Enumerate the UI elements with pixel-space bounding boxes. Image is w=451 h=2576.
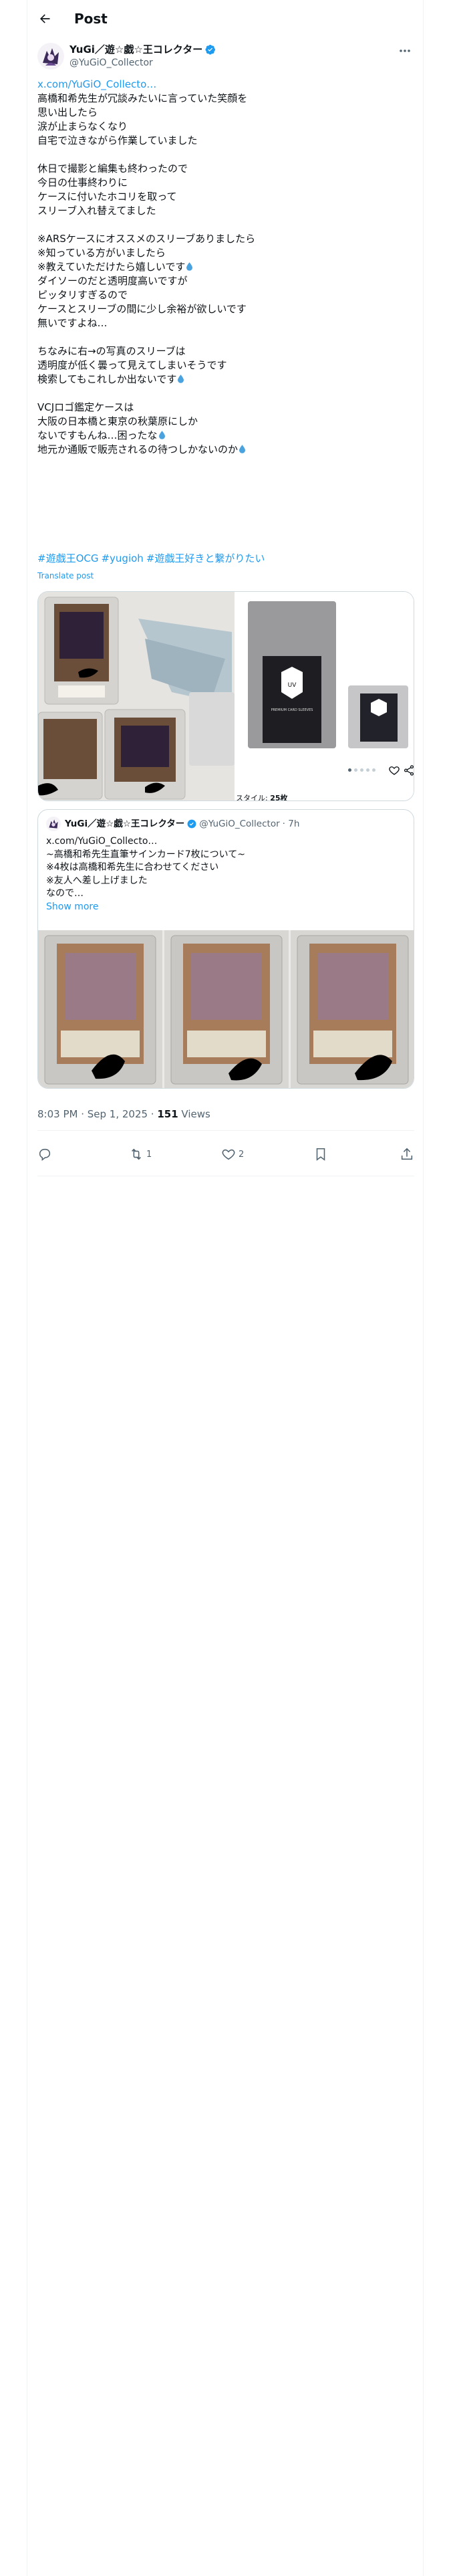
show-more-link[interactable]: Show more bbox=[46, 901, 407, 914]
hashtags: #遊戯王OCG #yugioh #遊戯王好きと繋がりたい bbox=[37, 552, 267, 566]
like-count: 2 bbox=[239, 1149, 245, 1160]
tweet-link[interactable]: x.com/YuGiO_Collecto… bbox=[37, 78, 414, 92]
repost-button[interactable]: 1 bbox=[129, 1134, 152, 1174]
bookmark-button[interactable] bbox=[313, 1134, 328, 1174]
post-meta: 8:03 PM · Sep 1, 2025 · 151 Views bbox=[37, 1107, 210, 1121]
tweet-paragraph: ダイソーのだと透明度高いですが ピッタリすぎるので ケースとスリーブの間に少し余… bbox=[37, 275, 247, 385]
carousel-dot[interactable] bbox=[372, 768, 375, 772]
photo-image bbox=[38, 592, 235, 800]
photo-sleeve-packages[interactable]: UV PREMIUM CARD SLEEVES bbox=[236, 592, 414, 800]
like-button[interactable]: 2 bbox=[221, 1134, 244, 1174]
page-title: Post bbox=[74, 11, 108, 27]
tweet-text: x.com/YuGiO_Collecto… 高橋和希先生が冗談みたいに言っていた笑… bbox=[37, 78, 414, 457]
action-bar: 1 2 bbox=[27, 1134, 424, 1174]
views-count: 151 bbox=[157, 1108, 178, 1120]
quoted-author-name: YuGi／遊☆戯☆王コレクター bbox=[65, 819, 185, 829]
views-label: Views bbox=[178, 1108, 210, 1120]
quoted-media[interactable] bbox=[38, 930, 414, 1088]
back-button[interactable] bbox=[35, 9, 54, 28]
divider bbox=[37, 1130, 414, 1131]
translate-post-link[interactable]: Translate post bbox=[37, 570, 94, 581]
quoted-time: · 7h bbox=[282, 819, 300, 829]
repost-icon bbox=[132, 1148, 141, 1160]
photo-image bbox=[38, 930, 162, 1088]
verified-badge-icon bbox=[187, 819, 196, 829]
more-options-button[interactable] bbox=[396, 44, 414, 58]
carousel-dot[interactable] bbox=[354, 768, 357, 772]
media-grid[interactable]: UV PREMIUM CARD SLEEVES スタイル: 25枚 bbox=[37, 591, 414, 801]
top-bar: Post bbox=[27, 0, 424, 37]
avatar-image bbox=[37, 43, 64, 70]
droplet-emoji-icon bbox=[178, 374, 184, 383]
author-name: YuGi／遊☆戯☆王コレクター bbox=[69, 43, 203, 56]
avatar-image bbox=[46, 817, 61, 831]
tweet-paragraph: VCJロゴ鑑定ケースは 大阪の日本橋と東京の秋葉原にしか ないですもんね…困った… bbox=[37, 401, 198, 441]
share-icon bbox=[401, 1148, 413, 1160]
quoted-body: x.com/YuGiO_Collecto… ~高橋和希先生直筆サインカード7枚に… bbox=[46, 836, 245, 899]
author-name-row[interactable]: YuGi／遊☆戯☆王コレクター bbox=[69, 43, 216, 56]
carousel-dot[interactable] bbox=[366, 768, 369, 772]
reply-button[interactable] bbox=[37, 1134, 52, 1174]
graded-card-photo bbox=[291, 930, 414, 1088]
arrow-left-icon bbox=[40, 14, 50, 23]
photo-cards-on-table[interactable] bbox=[38, 592, 235, 800]
tweet-paragraph: 地元か通販で販売されるの待つしかないのか bbox=[37, 443, 239, 455]
carousel-dots bbox=[348, 768, 375, 772]
reply-icon bbox=[39, 1148, 51, 1161]
tweet-paragraph: 高橋和希先生が冗談みたいに言っていた笑顔を 思い出したら 涙が止まらなくなり 自… bbox=[37, 92, 256, 273]
pack-label-uv: UV bbox=[288, 682, 297, 689]
heart-icon bbox=[222, 1149, 235, 1160]
droplet-emoji-icon bbox=[239, 445, 246, 453]
caption-count: 25枚 bbox=[270, 794, 288, 801]
share-icon[interactable] bbox=[403, 764, 414, 776]
post-timestamp[interactable]: 8:03 PM · Sep 1, 2025 · bbox=[37, 1108, 157, 1120]
graded-card-photo bbox=[38, 930, 162, 1088]
more-icon bbox=[400, 49, 410, 52]
bookmark-icon bbox=[316, 1148, 325, 1161]
droplet-emoji-icon bbox=[158, 431, 165, 439]
quoted-tweet[interactable]: YuGi／遊☆戯☆王コレクター @YuGiO_Collector · 7h x.… bbox=[37, 809, 414, 1089]
quoted-author-handle: @YuGiO_Collector bbox=[199, 819, 280, 829]
share-button[interactable] bbox=[400, 1134, 414, 1174]
pack-label-sleeves: PREMIUM CARD SLEEVES bbox=[271, 708, 313, 712]
hashtag-link[interactable]: #遊戯王好きと繋がりたい bbox=[146, 552, 265, 564]
photo-image bbox=[291, 930, 414, 1088]
carousel-dot[interactable] bbox=[360, 768, 363, 772]
avatar bbox=[46, 817, 61, 831]
photo-image: UV PREMIUM CARD SLEEVES bbox=[236, 592, 414, 792]
quoted-author-row: YuGi／遊☆戯☆王コレクター @YuGiO_Collector · 7h bbox=[65, 817, 299, 831]
author-handle[interactable]: @YuGiO_Collector bbox=[69, 57, 153, 69]
verified-badge-icon bbox=[205, 45, 216, 55]
graded-card-photo bbox=[164, 930, 289, 1088]
photo-image bbox=[164, 930, 289, 1088]
quoted-text: x.com/YuGiO_Collecto… ~高橋和希先生直筆サインカード7枚に… bbox=[46, 835, 407, 914]
avatar[interactable] bbox=[37, 43, 64, 70]
caption-prefix: スタイル: bbox=[236, 794, 268, 801]
droplet-emoji-icon bbox=[186, 262, 193, 271]
hashtag-link[interactable]: #遊戯王OCG bbox=[37, 552, 98, 564]
carousel-dot[interactable] bbox=[348, 768, 351, 772]
repost-count: 1 bbox=[146, 1149, 152, 1160]
heart-icon[interactable] bbox=[388, 764, 400, 776]
hashtag-link[interactable]: #yugioh bbox=[101, 552, 143, 564]
media-caption: スタイル: 25枚 bbox=[236, 792, 288, 801]
post-column: Post YuGi／遊☆戯☆王コレクター @YuGiO_Collector x.… bbox=[27, 0, 424, 2576]
